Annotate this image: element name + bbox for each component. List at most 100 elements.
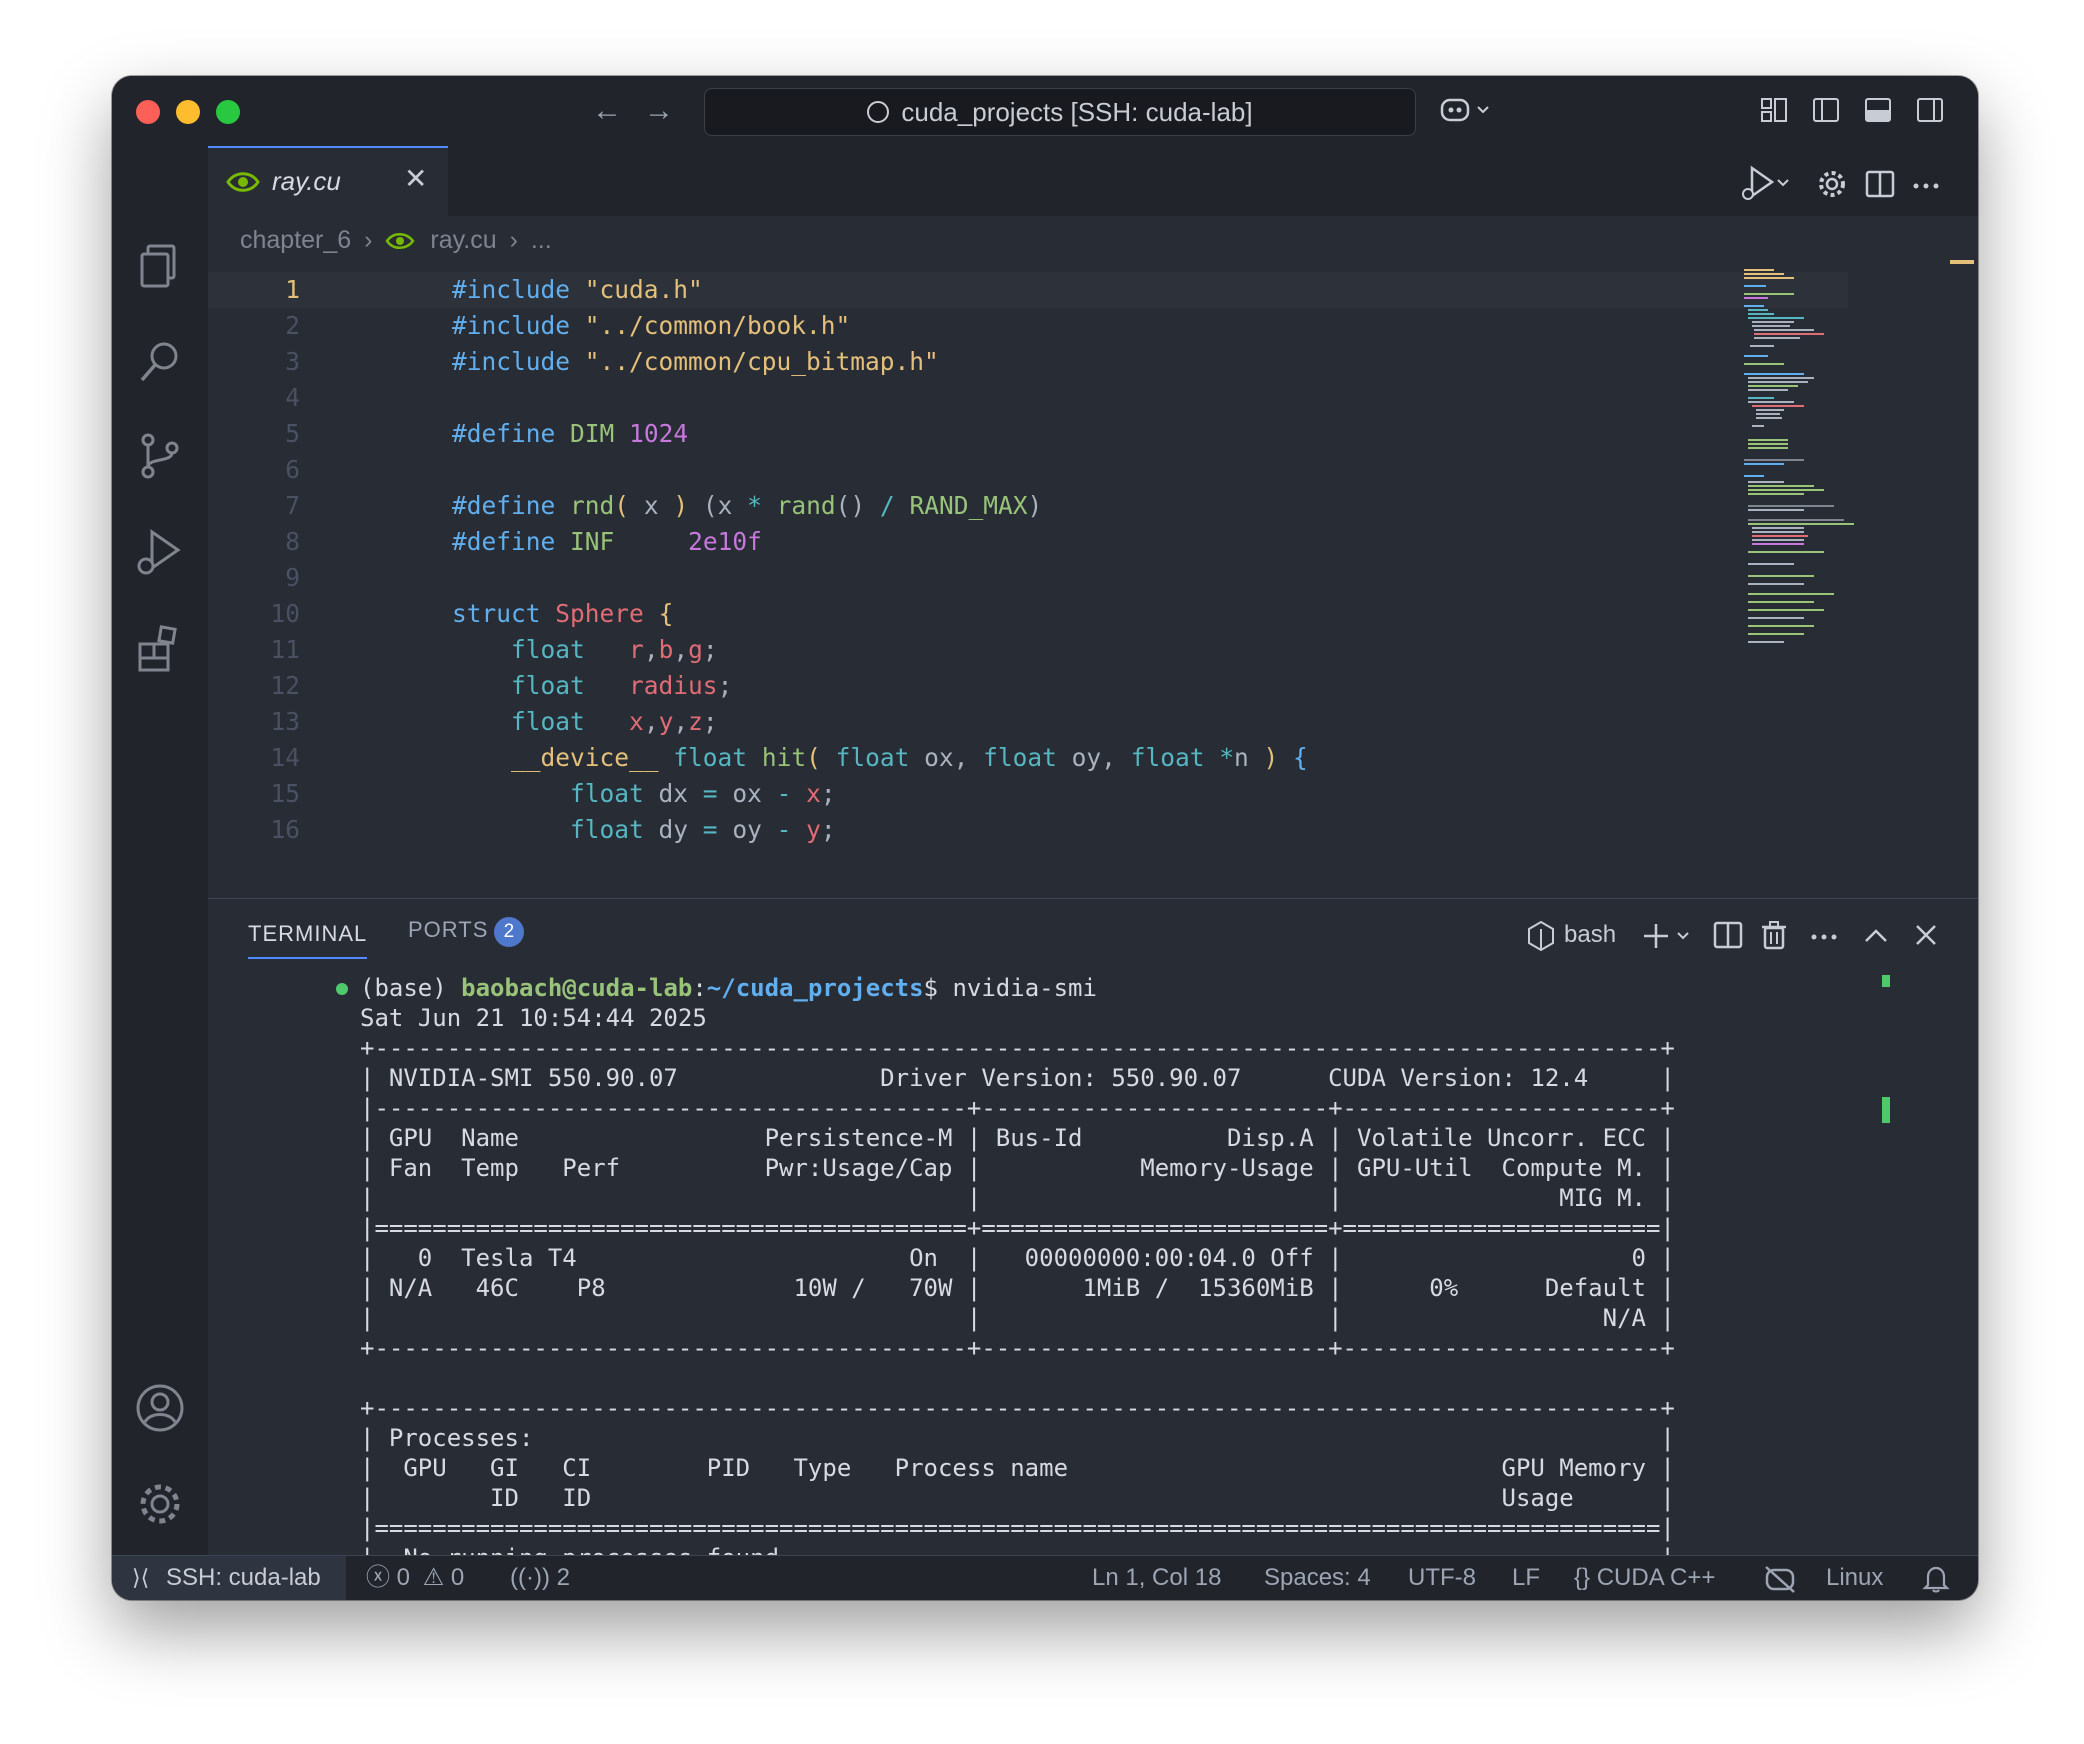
code-line: 11 float r,b,g;: [270, 635, 718, 664]
terminal-line: | Fan Temp Perf Pwr:Usage/Cap | Memory-U…: [360, 1154, 1675, 1182]
tab-ray-cu[interactable]: ray.cu ✕: [208, 146, 448, 216]
minimap[interactable]: [1744, 264, 1864, 744]
terminal-line: | | | MIG M. |: [360, 1184, 1675, 1212]
title-bar: ← → cuda_projects [SSH: cuda-lab]: [112, 76, 1978, 146]
nvidia-file-icon: [226, 172, 260, 192]
chevron-right-icon: ›: [364, 226, 373, 254]
terminal-line: |=======================================…: [360, 1214, 1675, 1242]
tab-close-icon[interactable]: ✕: [404, 162, 427, 195]
activity-bar: [112, 146, 208, 1556]
code-line: 13 float x,y,z;: [270, 707, 718, 736]
terminal-line: | GPU Name Persistence-M | Bus-Id Disp.A…: [360, 1124, 1675, 1152]
customize-layout-icon[interactable]: [1760, 96, 1788, 124]
remote-icon: ⟩⟨: [132, 1565, 150, 1590]
toggle-secondary-sidebar-icon[interactable]: [1916, 96, 1944, 124]
back-arrow-icon[interactable]: ←: [592, 94, 622, 128]
search-icon[interactable]: [134, 336, 186, 388]
warning-icon: ⚠: [422, 1564, 445, 1591]
toggle-panel-icon[interactable]: [1864, 96, 1892, 124]
cursor-position[interactable]: Ln 1, Col 18: [1092, 1556, 1221, 1600]
copilot-status-icon[interactable]: [1764, 1556, 1796, 1600]
more-actions-icon[interactable]: [1910, 168, 1942, 200]
accounts-icon[interactable]: [134, 1382, 186, 1434]
braces-icon: {}: [1574, 1564, 1591, 1591]
code-editor[interactable]: 1 #include "cuda.h" 2 #include "../common/…: [208, 264, 1848, 898]
code-line: 1 #include "cuda.h": [208, 272, 1848, 308]
scroll-position-marker: [1950, 260, 1974, 264]
terminal-line: | | | N/A |: [360, 1304, 1675, 1332]
breadcrumb-symbol[interactable]: ...: [531, 226, 552, 254]
copilot-icon[interactable]: [1440, 96, 1496, 124]
terminal-line: +---------------------------------------…: [360, 1034, 1675, 1062]
terminal-line: | 0 Tesla T4 On | 00000000:00:04.0 Off |…: [360, 1244, 1675, 1272]
extensions-icon[interactable]: [134, 622, 186, 674]
os-indicator[interactable]: Linux: [1826, 1556, 1883, 1600]
terminal-shell-name[interactable]: bash: [1564, 921, 1616, 949]
terminal-line: Sat Jun 21 10:54:44 2025: [360, 1004, 707, 1032]
forward-arrow-icon[interactable]: →: [644, 94, 674, 128]
explorer-icon[interactable]: [134, 240, 186, 292]
terminal-scroll-marker: [1882, 975, 1890, 987]
settings-gear-icon[interactable]: [134, 1478, 186, 1530]
run-file-icon[interactable]: [1738, 164, 1790, 204]
terminal-line: | GPU GI CI PID Type Process name GPU Me…: [360, 1454, 1675, 1482]
error-icon: ⓧ: [366, 1564, 390, 1591]
vscode-window: ← → cuda_projects [SSH: cuda-lab] ray.cu…: [112, 76, 1978, 1600]
toggle-primary-sidebar-icon[interactable]: [1812, 96, 1840, 124]
split-editor-icon[interactable]: [1864, 168, 1896, 200]
terminal-line: | N/A 46C P8 10W / 70W | 1MiB / 15360MiB…: [360, 1274, 1675, 1302]
code-line: 4: [285, 383, 300, 412]
terminal-scroll-marker: [1882, 1097, 1890, 1123]
terminal-line: +---------------------------------------…: [360, 1394, 1675, 1422]
nvidia-file-icon: [385, 233, 416, 250]
broadcast-icon: ((·)): [510, 1564, 550, 1591]
maximize-panel-icon[interactable]: [1860, 919, 1892, 951]
code-line: 6: [285, 455, 300, 484]
breadcrumb-folder[interactable]: chapter_6: [240, 226, 351, 254]
editor-tab-bar: ray.cu ✕: [208, 146, 1978, 216]
trash-icon[interactable]: [1758, 919, 1790, 951]
terminal-prompt-line: (base) baobach@cuda-lab:~/cuda_projects$…: [360, 974, 1097, 1002]
terminal-output[interactable]: (base) baobach@cuda-lab:~/cuda_projects$…: [208, 967, 1908, 1600]
new-terminal-icon[interactable]: [1642, 919, 1698, 953]
tab-filename: ray.cu: [272, 166, 341, 196]
terminal-line: | ID ID Usage |: [360, 1484, 1675, 1512]
code-line: 10 struct Sphere {: [270, 599, 674, 628]
code-line: 3 #include "../common/cpu_bitmap.h": [285, 347, 939, 376]
code-line: 14 __device__ float hit( float ox, float…: [270, 743, 1308, 772]
code-line: 2 #include "../common/book.h": [285, 311, 851, 340]
status-bar: ⟩⟨ SSH: cuda-lab ⓧ 0 ⚠ 0 ((·)) 2 Ln 1, C…: [112, 1555, 1978, 1600]
close-panel-icon[interactable]: [1910, 919, 1942, 951]
terminal-panel: TERMINAL PORTS 2 bash (base) baobach@cuda…: [208, 898, 1978, 1600]
terminal-shell-icon: [1528, 920, 1554, 952]
encoding[interactable]: UTF-8: [1408, 1556, 1476, 1600]
notifications-bell-icon[interactable]: [1922, 1556, 1950, 1600]
split-terminal-icon[interactable]: [1712, 919, 1744, 951]
breadcrumb: chapter_6 › ray.cu › ...: [240, 222, 558, 258]
command-success-icon: [336, 983, 348, 995]
breadcrumb-file[interactable]: ray.cu: [430, 226, 496, 254]
ports-indicator[interactable]: ((·)) 2: [510, 1556, 570, 1600]
code-line: 12 float radius;: [270, 671, 733, 700]
indentation[interactable]: Spaces: 4: [1264, 1556, 1371, 1600]
command-center-search[interactable]: cuda_projects [SSH: cuda-lab]: [704, 88, 1416, 136]
source-control-icon[interactable]: [134, 430, 186, 482]
more-actions-icon[interactable]: [1808, 919, 1840, 951]
remote-indicator[interactable]: ⟩⟨ SSH: cuda-lab: [112, 1556, 346, 1600]
end-of-line[interactable]: LF: [1512, 1556, 1540, 1600]
tab-ports[interactable]: PORTS 2: [408, 917, 525, 947]
minimize-window-button[interactable]: [176, 100, 200, 124]
chevron-right-icon: ›: [509, 226, 518, 254]
code-line: 5 #define DIM 1024: [285, 419, 689, 448]
problems-indicator[interactable]: ⓧ 0 ⚠ 0: [366, 1556, 464, 1600]
terminal-line: | Processes: |: [360, 1424, 1675, 1452]
code-line: 15 float dx = ox - x;: [270, 779, 836, 808]
tab-terminal[interactable]: TERMINAL: [248, 921, 368, 959]
code-line: 16 float dy = oy - y;: [270, 815, 836, 844]
language-mode[interactable]: {} CUDA C++: [1574, 1556, 1715, 1600]
maximize-window-button[interactable]: [216, 100, 240, 124]
close-window-button[interactable]: [136, 100, 160, 124]
editor-settings-gear-icon[interactable]: [1816, 168, 1848, 200]
run-debug-icon[interactable]: [134, 526, 186, 578]
terminal-line: +---------------------------------------…: [360, 1334, 1675, 1362]
